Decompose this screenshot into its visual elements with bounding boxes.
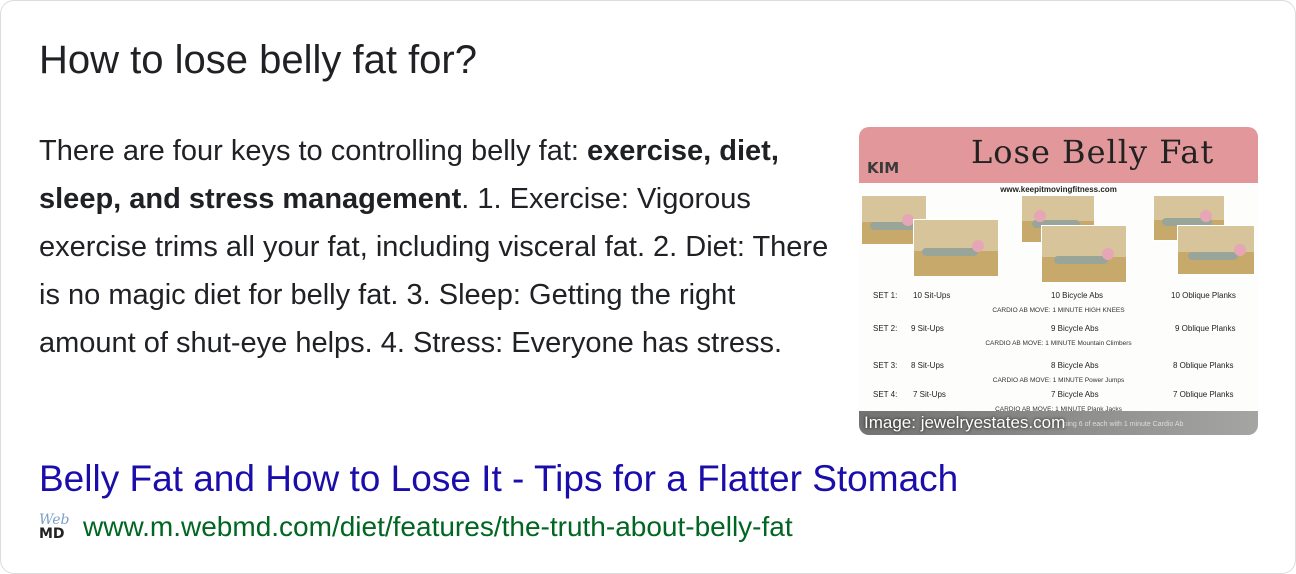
situp-photo-2 [913,219,999,277]
result-url[interactable]: www.m.webmd.com/diet/features/the-truth-… [83,509,793,545]
set-bicycle: 9 Bicycle Abs [1051,324,1099,333]
set-situps: 9 Sit-Ups [911,324,944,333]
set-bicycle: 10 Bicycle Abs [1051,291,1104,300]
set-label: SET 4: [873,390,898,399]
answer-intro: There are four keys to controlling belly… [39,135,588,167]
thumbnail-site: www.keepitmovingfitness.com [1000,185,1117,194]
image-credit[interactable]: Image: jewelryestates.com [864,413,1065,433]
favicon-top: Web [39,512,70,528]
set-planks: 8 Oblique Planks [1173,361,1234,370]
set-bicycle: 8 Bicycle Abs [1051,361,1099,370]
thumbnail-logo: KIM [867,159,900,177]
set-situps: 10 Sit-Ups [913,291,951,300]
thumbnail-title: Lose Belly Fat [971,133,1215,171]
set-situps: 8 Sit-Ups [911,361,944,370]
set-planks: 10 Oblique Planks [1171,291,1236,300]
result-title-link[interactable]: Belly Fat and How to Lose It - Tips for … [39,456,958,502]
question-heading: How to lose belly fat for? [39,38,477,82]
webmd-favicon-icon: Web MD [39,513,71,545]
cardio-row: CARDIO AB MOVE: 1 MINUTE HIGH KNEES [992,307,1125,314]
set-planks: 9 Oblique Planks [1175,324,1236,333]
set-label: SET 1: [873,291,898,300]
snippet-answer-text: There are four keys to controlling belly… [39,127,839,367]
set-situps: 7 Sit-Ups [913,390,946,399]
snippet-thumbnail-image[interactable]: KIM Lose Belly Fat www.keepitmovingfitne… [859,127,1258,435]
set-bicycle: 7 Bicycle Abs [1051,390,1099,399]
cardio-row: CARDIO AB MOVE: 1 MINUTE Power Jumps [992,377,1125,384]
set-label: SET 3: [873,361,898,370]
featured-snippet-card: How to lose belly fat for? There are fou… [0,0,1296,574]
set-label: SET 2: [873,324,898,333]
plank-photo-2 [1177,225,1255,275]
favicon-bottom: MD [39,526,65,542]
set-planks: 7 Oblique Planks [1173,390,1234,399]
cardio-row: CARDIO AB MOVE: 1 MINUTE Mountain Climbe… [985,340,1132,347]
bicycle-photo-2 [1041,225,1127,283]
